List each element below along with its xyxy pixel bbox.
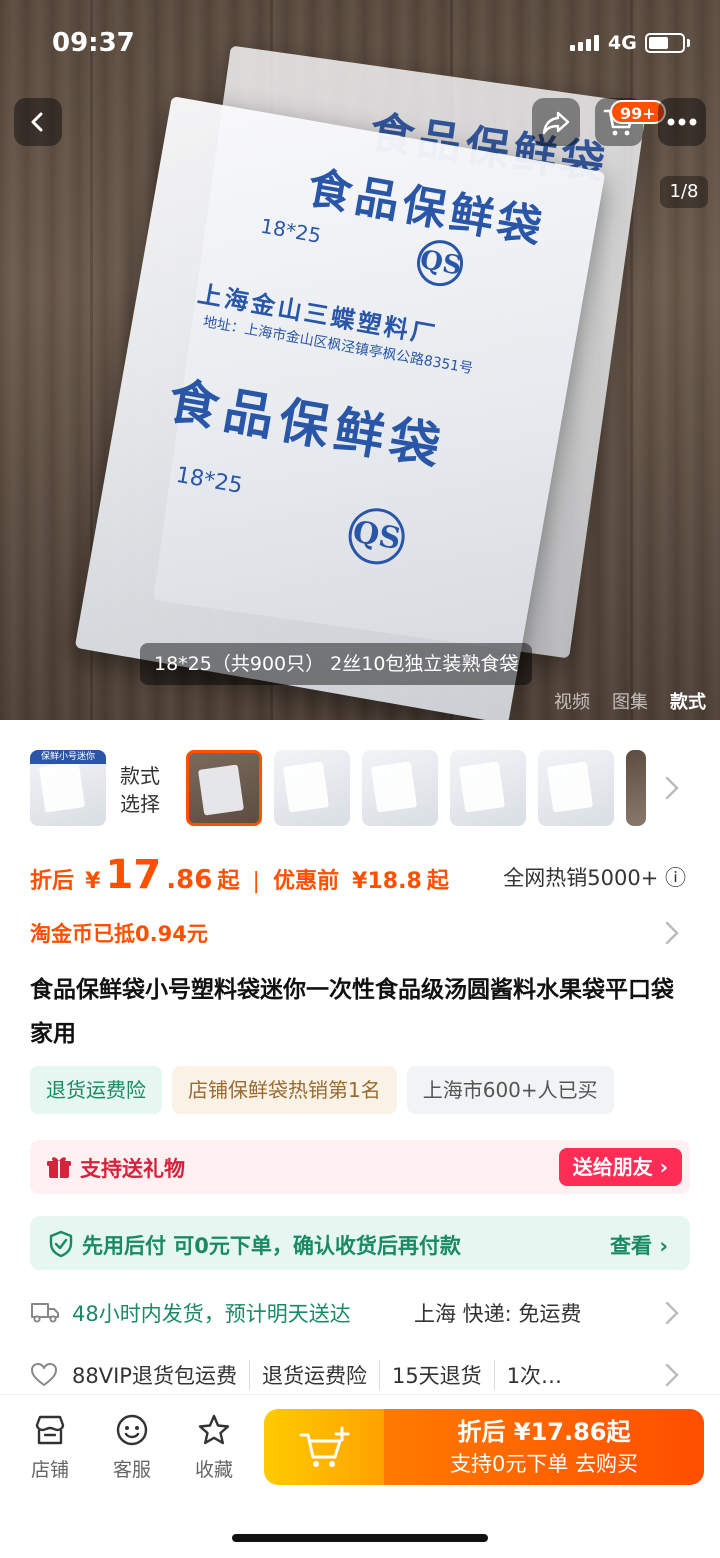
sales-count[interactable]: 全网热销5000+ ⓘ (503, 862, 686, 892)
image-page-indicator: 1/8 (660, 176, 708, 208)
tag-return-insurance[interactable]: 退货运费险 (30, 1066, 162, 1114)
price-suffix: 起 (217, 869, 240, 894)
media-tab-styles[interactable]: 款式 (670, 688, 706, 714)
back-button[interactable] (14, 98, 62, 146)
product-tags: 退货运费险 店铺保鲜袋热销第1名 上海市600+人已买 (30, 1066, 614, 1114)
buy-price-text: 折后 ¥17.86起 (457, 1418, 631, 1446)
info-icon: ⓘ (665, 866, 686, 890)
style-thumb[interactable] (538, 750, 614, 826)
style-label-line2: 选择 (120, 792, 160, 816)
image-caption: 18*25（共900只） 2丝10包独立装熟食袋 (140, 643, 533, 685)
shop-button[interactable]: 店铺 (20, 1413, 80, 1482)
thumb-label: 保鲜小号迷你 (30, 750, 106, 764)
product-image-gallery[interactable]: 食品保鲜袋 食品保鲜袋 18*25 QS 上海金山三蝶塑料厂 地址：上海市金山区… (0, 0, 720, 720)
tag-purchase-count[interactable]: 上海市600+人已买 (406, 1066, 614, 1114)
service-item: 15天退货 (378, 1360, 494, 1390)
style-thumb-main[interactable]: 保鲜小号迷你 (30, 750, 106, 826)
style-selector: 保鲜小号迷你 款式 选择 (0, 720, 720, 838)
pay-later-view-link[interactable]: 查看 › (610, 1230, 668, 1260)
buy-now-button[interactable]: 折后 ¥17.86起 支持0元下单 去购买 (384, 1409, 704, 1485)
shop-label: 店铺 (30, 1459, 69, 1481)
currency-symbol: ¥ (85, 869, 101, 894)
shield-check-icon (49, 1230, 73, 1258)
before-discount-price: ¥18.8 (352, 869, 422, 894)
purchase-buttons: 折后 ¥17.86起 支持0元下单 去购买 (264, 1409, 704, 1485)
style-thumb[interactable] (274, 750, 350, 826)
bag-print-title-main: 食品保鲜袋 (164, 370, 451, 478)
style-thumb[interactable] (450, 750, 526, 826)
style-label-line1: 款式 (120, 764, 160, 788)
taojinbi-discount[interactable]: 淘金币已抵0.94元 (30, 918, 208, 948)
style-select-label[interactable]: 款式 选择 (120, 762, 160, 818)
truck-icon (31, 1303, 59, 1323)
service-label: 客服 (112, 1459, 151, 1481)
before-discount-suffix: 起 (426, 869, 449, 894)
service-item: 88VIP退货包运费 (72, 1364, 237, 1388)
more-button[interactable] (658, 98, 706, 146)
product-title: 食品保鲜袋小号塑料袋迷你一次性食品级汤圆酱料水果袋平口袋家用 (30, 977, 674, 1047)
media-tabs: 视频 图集 款式 (554, 688, 706, 714)
service-items: 88VIP退货包运费 退货运费险 15天退货 1次… (72, 1360, 574, 1390)
status-time: 09:37 (52, 28, 135, 58)
buy-action-text: 支持0元下单 去购买 (449, 1452, 639, 1476)
share-button[interactable] (532, 98, 580, 146)
favorite-label: 收藏 (194, 1459, 233, 1481)
style-thumb-partial[interactable] (626, 750, 646, 826)
network-type: 4G (608, 32, 637, 54)
customer-service-button[interactable]: 客服 (102, 1413, 162, 1482)
after-discount-label: 折后 (30, 869, 75, 894)
signal-icon (570, 35, 599, 51)
price-decimal: .86 (166, 865, 213, 895)
favorite-button[interactable]: 收藏 (184, 1413, 244, 1482)
send-to-friend-button[interactable]: 送给朋友 › (558, 1148, 682, 1186)
chevron-right-icon (665, 1301, 679, 1325)
price-divider: | (252, 869, 260, 894)
star-icon (198, 1414, 230, 1445)
heart-icon (31, 1363, 57, 1386)
gift-banner[interactable]: 支持送礼物 送给朋友 › (30, 1140, 690, 1194)
home-indicator[interactable] (232, 1534, 488, 1542)
shipping-location: 上海 快递: 免运费 (414, 1302, 582, 1326)
style-thumb-selected[interactable] (186, 750, 262, 826)
qs-logo: QS (413, 236, 467, 290)
chevron-right-icon[interactable] (664, 920, 680, 946)
bag-print-size-top: 18*25 (258, 213, 323, 248)
style-thumb[interactable] (362, 750, 438, 826)
share-icon (542, 111, 570, 135)
tag-shop-ranking[interactable]: 店铺保鲜袋热销第1名 (172, 1066, 397, 1114)
media-tab-video[interactable]: 视频 (554, 688, 590, 714)
bottom-action-bar: 店铺 客服 收藏 折后 ¥17.86起 支持0元下单 去购买 (0, 1394, 720, 1504)
chevron-right-icon[interactable] (664, 774, 680, 802)
service-item: 退货运费险 (248, 1360, 379, 1390)
service-guarantee-row[interactable]: 88VIP退货包运费 退货运费险 15天退货 1次… (30, 1356, 690, 1396)
pay-later-text: 先用后付 可0元下单，确认收货后再付款 (82, 1234, 461, 1258)
media-tab-gallery[interactable]: 图集 (612, 688, 648, 714)
more-icon (667, 118, 697, 126)
back-icon (31, 112, 43, 132)
bag-print-size-main: 18*25 (174, 462, 245, 499)
gift-icon (47, 1157, 71, 1178)
shop-icon (35, 1415, 65, 1445)
sales-text: 全网热销5000+ (503, 866, 659, 890)
service-icon (116, 1414, 148, 1446)
bag-print-title-top: 食品保鲜袋 (303, 162, 549, 255)
shipping-row[interactable]: 48小时内发货，预计明天送达 上海 快递: 免运费 (30, 1294, 690, 1334)
pay-later-banner[interactable]: 先用后付 可0元下单，确认收货后再付款 查看 › (30, 1216, 690, 1270)
battery-icon (645, 33, 685, 53)
add-to-cart-button[interactable] (264, 1409, 384, 1485)
qs-logo-large: QS (344, 503, 410, 569)
delivery-estimate: 48小时内发货，预计明天送达 (72, 1302, 351, 1326)
chevron-right-icon (665, 1363, 679, 1387)
before-discount-label: 优惠前 (273, 869, 340, 894)
battery-tip (687, 39, 690, 47)
cart-plus-icon (299, 1426, 350, 1467)
gift-text: 支持送礼物 (80, 1157, 185, 1181)
price-integer: 17 (105, 852, 162, 898)
status-bar: 09:37 4G (0, 0, 720, 86)
service-item: 1次… (493, 1360, 574, 1390)
